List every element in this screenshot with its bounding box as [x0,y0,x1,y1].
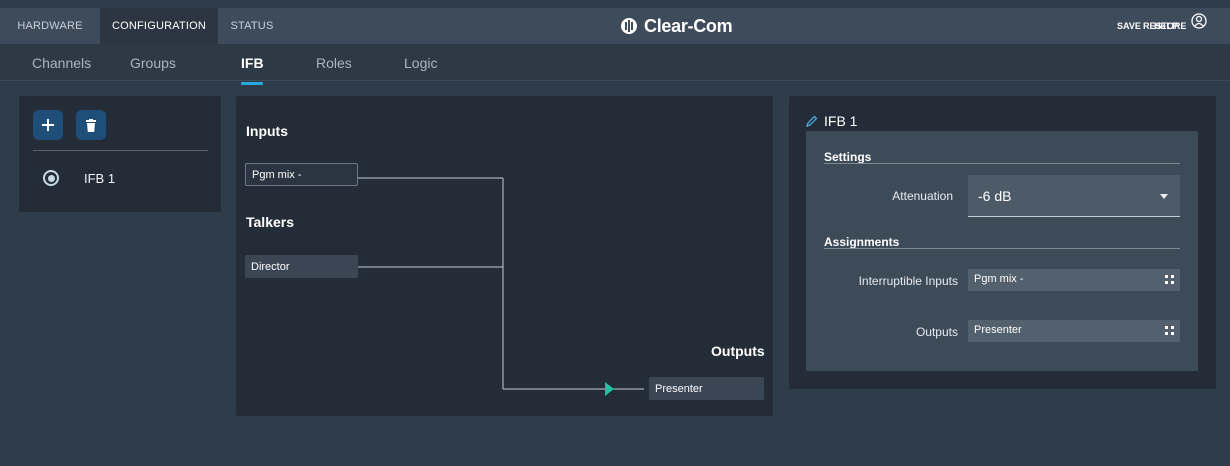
interruptible-inputs-label: Interruptible Inputs [858,274,958,288]
logo-text: Clear-Com [644,15,733,36]
talkers-heading: Talkers [246,214,294,230]
talker-node-director[interactable]: Director [245,255,358,278]
tab-logic[interactable]: Logic [404,44,437,81]
ifb-details-panel: IFB 1 Settings Attenuation -6 dB Assignm… [789,96,1216,389]
add-ifb-button[interactable] [33,110,63,140]
save-button[interactable]: SAVE [1117,8,1141,44]
input-node-pgm-mix[interactable]: Pgm mix - [245,163,358,186]
outputs-label: Outputs [915,325,958,339]
active-tab-indicator [241,82,263,85]
chevron-down-icon [1160,194,1168,199]
top-navigation-bar: HARDWARE CONFIGURATION STATUS Clear-Com … [0,8,1230,44]
ifb-routing-graph: Inputs Pgm mix - Talkers Director Output… [236,96,773,416]
delete-ifb-button[interactable] [76,110,106,140]
tab-hardware[interactable]: HARDWARE [12,8,88,44]
outputs-value: Presenter [974,324,1022,336]
user-circle-icon[interactable] [1191,13,1207,29]
details-title: IFB 1 [806,113,857,129]
clear-com-logo: Clear-Com [620,8,733,44]
flow-arrow-icon [605,382,614,396]
list-divider [33,150,208,151]
tab-roles[interactable]: Roles [316,44,352,81]
plus-icon [42,119,54,131]
tab-groups[interactable]: Groups [130,44,176,81]
attenuation-value: -6 dB [978,188,1012,204]
assignments-heading: Assignments [824,235,900,249]
trash-icon [86,118,96,132]
sub-navigation-bar: Channels Groups IFB Roles Logic [0,44,1230,81]
tab-configuration[interactable]: CONFIGURATION [100,8,218,44]
tab-channels[interactable]: Channels [32,44,91,81]
output-node-presenter[interactable]: Presenter [649,377,764,400]
grid-dots-icon[interactable] [1165,275,1174,284]
attenuation-select[interactable]: -6 dB [968,175,1180,217]
clear-com-logo-icon [621,18,637,34]
help-button[interactable]: HELP [1154,8,1178,44]
ifb-name: IFB 1 [824,113,858,129]
assignments-divider [824,248,1180,249]
attenuation-label: Attenuation [892,189,953,203]
radio-selected-icon[interactable] [43,170,59,186]
interruptible-inputs-field[interactable]: Pgm mix - [968,269,1180,291]
settings-heading: Settings [824,150,872,164]
settings-card: Settings Attenuation -6 dB Assignments I… [806,131,1198,371]
grid-dots-icon[interactable] [1165,326,1174,335]
tab-ifb[interactable]: IFB [241,44,264,81]
list-item-ifb-1[interactable]: IFB 1 [43,169,115,187]
interruptible-inputs-value: Pgm mix - [974,273,1024,285]
outputs-field[interactable]: Presenter [968,320,1180,342]
settings-divider [824,163,1180,164]
inputs-heading: Inputs [246,123,288,139]
ifb-item-label: IFB 1 [84,170,116,186]
pencil-icon[interactable] [806,115,818,127]
tab-status[interactable]: STATUS [226,8,278,44]
outputs-heading: Outputs [711,343,765,359]
ifb-list-panel: IFB 1 [19,96,221,212]
